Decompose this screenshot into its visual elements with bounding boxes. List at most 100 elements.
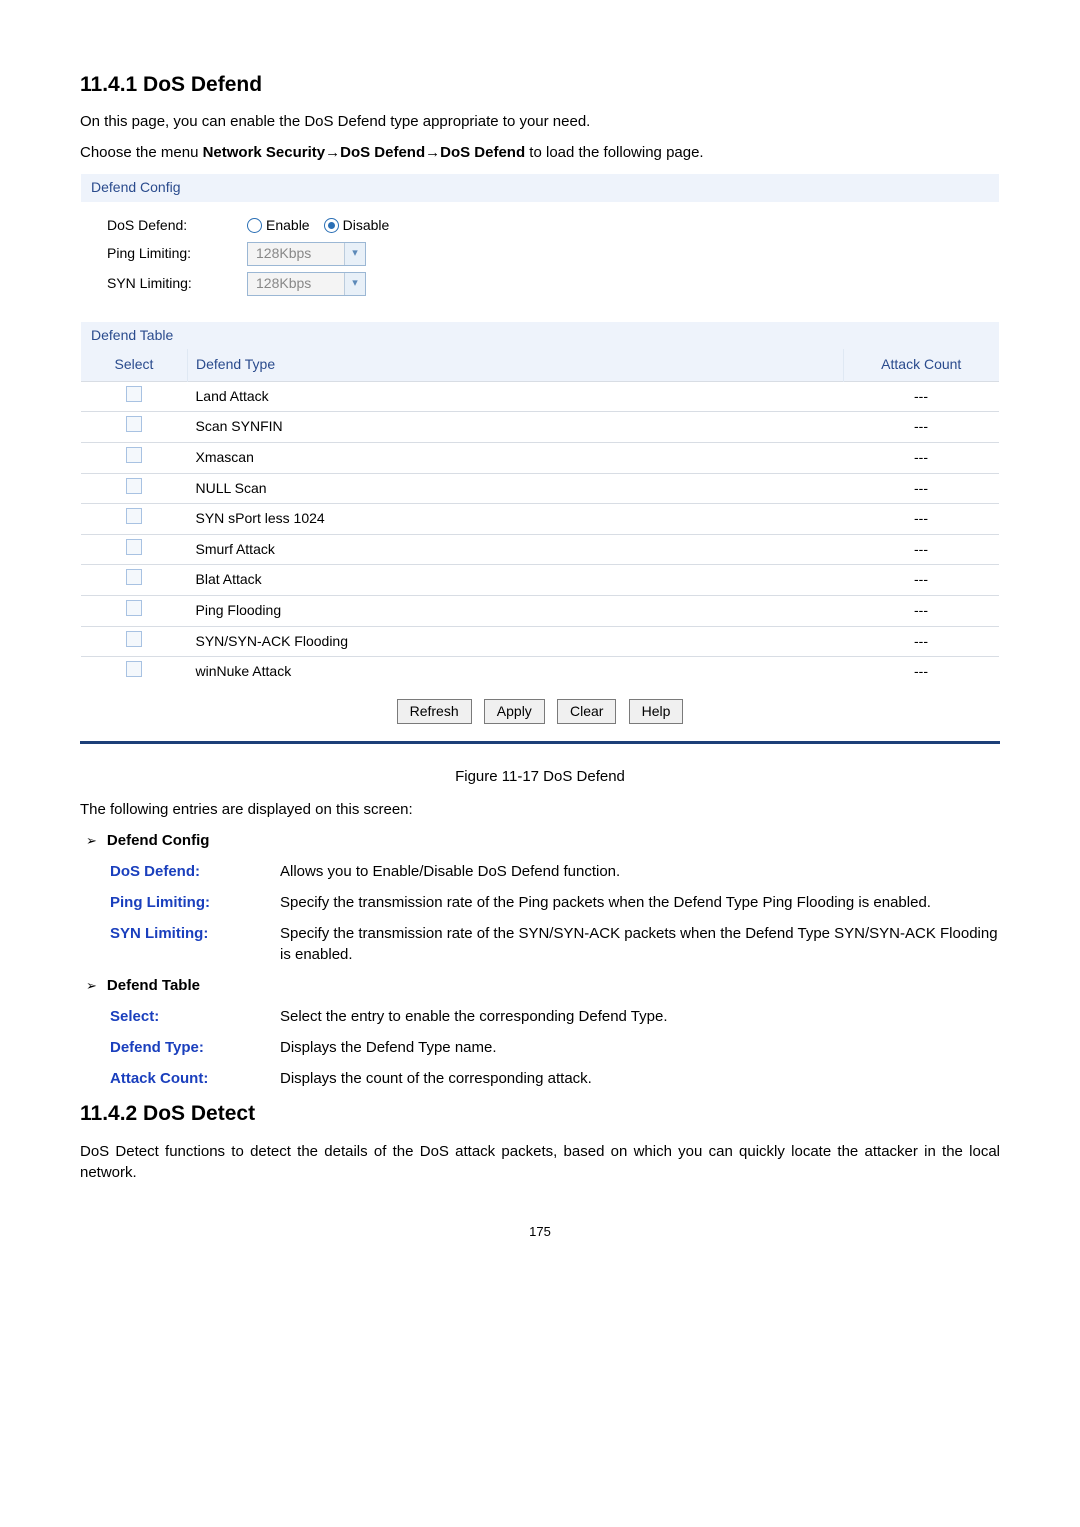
attack-count-cell: --- [843, 565, 999, 596]
select-cell [81, 381, 188, 412]
apply-button[interactable]: Apply [484, 699, 545, 725]
table-row: Xmascan--- [81, 442, 999, 473]
definition-row: Select:Select the entry to enable the co… [110, 1006, 1000, 1027]
defend-type-cell: Xmascan [188, 442, 844, 473]
dos-detect-body: DoS Detect functions to detect the detai… [80, 1141, 1000, 1183]
definition-desc: Specify the transmission rate of the Pin… [280, 892, 1000, 913]
definition-desc: Specify the transmission rate of the SYN… [280, 923, 1000, 965]
row-checkbox[interactable] [126, 508, 142, 524]
radio-enable-label: Enable [266, 216, 310, 236]
col-select: Select [81, 349, 188, 381]
dos-defend-label: DoS Defend: [107, 216, 247, 236]
attack-count-cell: --- [843, 381, 999, 412]
definition-row: SYN Limiting:Specify the transmission ra… [110, 923, 1000, 965]
definition-term: Ping Limiting: [110, 892, 280, 913]
table-row: Land Attack--- [81, 381, 999, 412]
radio-disable[interactable]: Disable [324, 216, 390, 236]
chevron-down-icon: ▾ [344, 243, 365, 265]
definition-desc: Displays the Defend Type name. [280, 1037, 1000, 1058]
screen-intro: The following entries are displayed on t… [80, 799, 1000, 820]
attack-count-cell: --- [843, 595, 999, 626]
ping-limiting-value: 128Kbps [248, 243, 344, 265]
defend-type-cell: SYN sPort less 1024 [188, 504, 844, 535]
panel-divider [80, 741, 1000, 744]
radio-disable-label: Disable [343, 216, 390, 236]
definition-row: Attack Count:Displays the count of the c… [110, 1068, 1000, 1089]
ping-limiting-label: Ping Limiting: [107, 244, 247, 264]
chevron-down-icon: ▾ [344, 273, 365, 295]
help-button[interactable]: Help [629, 699, 684, 725]
defend-type-cell: Blat Attack [188, 565, 844, 596]
defend-config-panel: Defend Config DoS Defend: Enable Disable… [80, 173, 1000, 316]
col-defend-type: Defend Type [188, 349, 844, 381]
button-row: Refresh Apply Clear Help [81, 687, 999, 737]
table-row: Blat Attack--- [81, 565, 999, 596]
attack-count-cell: --- [843, 657, 999, 687]
row-checkbox[interactable] [126, 661, 142, 677]
select-cell [81, 504, 188, 535]
defend-table: Select Defend Type Attack Count Land Att… [81, 349, 999, 687]
clear-button[interactable]: Clear [557, 699, 616, 725]
attack-count-cell: --- [843, 412, 999, 443]
defend-type-cell: winNuke Attack [188, 657, 844, 687]
defend-table-title: Defend Table [81, 322, 999, 350]
syn-limiting-label: SYN Limiting: [107, 274, 247, 294]
attack-count-cell: --- [843, 442, 999, 473]
row-checkbox[interactable] [126, 539, 142, 555]
select-cell [81, 473, 188, 504]
syn-limiting-dropdown[interactable]: 128Kbps ▾ [247, 272, 366, 296]
bullet-icon: ➢ [86, 977, 97, 995]
row-checkbox[interactable] [126, 569, 142, 585]
definition-row: DoS Defend:Allows you to Enable/Disable … [110, 861, 1000, 882]
attack-count-cell: --- [843, 473, 999, 504]
menu-suffix: to load the following page. [525, 144, 703, 161]
radio-icon [324, 218, 339, 233]
radio-enable[interactable]: Enable [247, 216, 310, 236]
menu-prefix: Choose the menu [80, 144, 203, 161]
row-checkbox[interactable] [126, 478, 142, 494]
row-checkbox[interactable] [126, 416, 142, 432]
row-checkbox[interactable] [126, 600, 142, 616]
table-row: Scan SYNFIN--- [81, 412, 999, 443]
refresh-button[interactable]: Refresh [397, 699, 472, 725]
ping-limiting-dropdown[interactable]: 128Kbps ▾ [247, 242, 366, 266]
definition-term: Select: [110, 1006, 280, 1027]
figure-caption: Figure 11-17 DoS Defend [80, 766, 1000, 787]
attack-count-cell: --- [843, 504, 999, 535]
table-row: Ping Flooding--- [81, 595, 999, 626]
section-heading-dos-detect: 11.4.2 DoS Detect [80, 1099, 1000, 1128]
radio-icon [247, 218, 262, 233]
definition-term: SYN Limiting: [110, 923, 280, 965]
select-cell [81, 412, 188, 443]
table-row: NULL Scan--- [81, 473, 999, 504]
col-attack-count: Attack Count [843, 349, 999, 381]
table-row: SYN/SYN-ACK Flooding--- [81, 626, 999, 657]
attack-count-cell: --- [843, 534, 999, 565]
select-cell [81, 534, 188, 565]
table-row: winNuke Attack--- [81, 657, 999, 687]
table-row: SYN sPort less 1024--- [81, 504, 999, 535]
defend-type-cell: Scan SYNFIN [188, 412, 844, 443]
definition-term: Defend Type: [110, 1037, 280, 1058]
select-cell [81, 442, 188, 473]
definition-row: Ping Limiting:Specify the transmission r… [110, 892, 1000, 913]
intro-text: On this page, you can enable the DoS Def… [80, 111, 1000, 132]
section-heading-dos-defend: 11.4.1 DoS Defend [80, 70, 1000, 99]
ping-limiting-row: Ping Limiting: 128Kbps ▾ [107, 242, 973, 266]
row-checkbox[interactable] [126, 447, 142, 463]
definition-term: Attack Count: [110, 1068, 280, 1089]
row-checkbox[interactable] [126, 631, 142, 647]
defend-type-cell: NULL Scan [188, 473, 844, 504]
definition-desc: Displays the count of the corresponding … [280, 1068, 1000, 1089]
definition-row: Defend Type:Displays the Defend Type nam… [110, 1037, 1000, 1058]
definition-desc: Allows you to Enable/Disable DoS Defend … [280, 861, 1000, 882]
syn-limiting-value: 128Kbps [248, 273, 344, 295]
sublist-defend-config: Defend Config [107, 830, 210, 851]
attack-count-cell: --- [843, 626, 999, 657]
defend-table-panel: Defend Table Select Defend Type Attack C… [80, 321, 1000, 738]
menu-path-bold: Network Security→DoS Defend→DoS Defend [203, 144, 526, 161]
syn-limiting-row: SYN Limiting: 128Kbps ▾ [107, 272, 973, 296]
sublist-defend-table: Defend Table [107, 975, 200, 996]
row-checkbox[interactable] [126, 386, 142, 402]
select-cell [81, 595, 188, 626]
